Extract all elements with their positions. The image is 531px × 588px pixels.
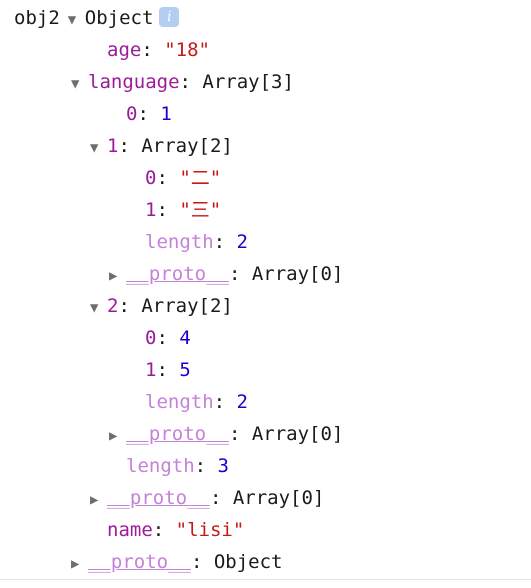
property-key: __proto__ — [126, 423, 229, 445]
property-key: 0 — [145, 167, 157, 189]
triangle-down-icon[interactable] — [90, 292, 107, 324]
property-key: 0 — [126, 103, 138, 125]
key-value-separator: : — [213, 391, 237, 413]
property-value: 3 — [217, 455, 229, 477]
key-value-separator: : — [194, 455, 218, 477]
property-value: Array[3] — [202, 71, 294, 93]
property-key: 2 — [107, 295, 119, 317]
property-value: Array[0] — [251, 263, 344, 285]
triangle-down-icon[interactable] — [68, 4, 85, 36]
key-value-separator: : — [137, 103, 161, 125]
property-value: Array[2] — [141, 295, 233, 317]
tree-row-language-1-length[interactable]: length: 2 — [0, 226, 531, 258]
object-inspector-tree: obj2Objectiage: "18"language: Array[3]0:… — [0, 0, 531, 578]
property-key: length — [145, 391, 214, 413]
key-value-separator: : — [190, 551, 214, 573]
key-value-separator: : — [141, 39, 165, 61]
tree-row-language-2-proto[interactable]: __proto__: Array[0] — [0, 418, 531, 450]
property-value: Array[0] — [232, 487, 325, 509]
property-value: 5 — [179, 359, 191, 381]
tree-row-language-1-1[interactable]: 1: "三" — [0, 194, 531, 226]
property-value: 4 — [179, 327, 191, 349]
triangle-down-icon[interactable] — [90, 132, 107, 164]
tree-row-language-1[interactable]: 1: Array[2] — [0, 130, 531, 162]
property-value: "lisi" — [175, 519, 245, 541]
info-icon[interactable]: i — [159, 6, 180, 27]
key-value-separator: : — [179, 71, 203, 93]
tree-row-language-0[interactable]: 0: 1 — [0, 98, 531, 130]
property-key: 0 — [145, 327, 157, 349]
property-value: 1 — [160, 103, 172, 125]
key-value-separator: : — [209, 487, 233, 509]
tree-row-language-2-0[interactable]: 0: 4 — [0, 322, 531, 354]
triangle-right-icon[interactable] — [71, 548, 88, 580]
property-value: 2 — [236, 231, 248, 253]
key-value-separator: : — [156, 199, 180, 221]
key-value-separator: : — [156, 167, 180, 189]
tree-row-age[interactable]: age: "18" — [0, 34, 531, 66]
tree-row-language-length[interactable]: length: 3 — [0, 450, 531, 482]
tree-row-language[interactable]: language: Array[3] — [0, 66, 531, 98]
key-value-separator: : — [152, 519, 176, 541]
tree-row-root[interactable]: obj2 Objecti — [0, 2, 531, 34]
property-value: "18" — [164, 39, 210, 61]
property-value: Object — [213, 551, 283, 573]
tree-row-language-2-1[interactable]: 1: 5 — [0, 354, 531, 386]
property-key: 1 — [145, 359, 157, 381]
tree-row-language-1-proto[interactable]: __proto__: Array[0] — [0, 258, 531, 290]
key-value-separator: : — [228, 423, 252, 445]
property-key: __proto__ — [107, 487, 210, 509]
tree-row-root-proto[interactable]: __proto__: Object — [0, 546, 531, 578]
property-key: 1 — [145, 199, 157, 221]
property-key: __proto__ — [126, 263, 229, 285]
property-key: length — [145, 231, 214, 253]
key-value-separator: : — [118, 135, 142, 157]
key-value-separator: : — [156, 359, 180, 381]
key-value-separator: : — [156, 327, 180, 349]
property-value: Array[0] — [251, 423, 344, 445]
property-key: language — [88, 71, 180, 93]
tree-row-language-2[interactable]: 2: Array[2] — [0, 290, 531, 322]
property-value: "三" — [179, 199, 222, 221]
property-key: age — [107, 39, 142, 61]
key-value-separator: : — [228, 263, 252, 285]
tree-row-name[interactable]: name: "lisi" — [0, 514, 531, 546]
triangle-right-icon[interactable] — [109, 260, 126, 292]
bottom-divider — [0, 579, 531, 580]
triangle-right-icon[interactable] — [90, 484, 107, 516]
property-key: 1 — [107, 135, 119, 157]
property-value: "二" — [179, 167, 222, 189]
key-value-separator: : — [118, 295, 142, 317]
tree-row-language-proto[interactable]: __proto__: Array[0] — [0, 482, 531, 514]
tree-row-language-1-0[interactable]: 0: "二" — [0, 162, 531, 194]
property-value: Array[2] — [141, 135, 233, 157]
property-key: __proto__ — [88, 551, 191, 573]
property-key: name — [107, 519, 153, 541]
triangle-down-icon[interactable] — [71, 68, 88, 100]
property-value: 2 — [236, 391, 248, 413]
property-key: length — [126, 455, 195, 477]
tree-row-language-2-length[interactable]: length: 2 — [0, 386, 531, 418]
variable-name: obj2 — [14, 7, 60, 29]
triangle-right-icon[interactable] — [109, 420, 126, 452]
property-value: Object — [84, 7, 154, 29]
key-value-separator: : — [213, 231, 237, 253]
